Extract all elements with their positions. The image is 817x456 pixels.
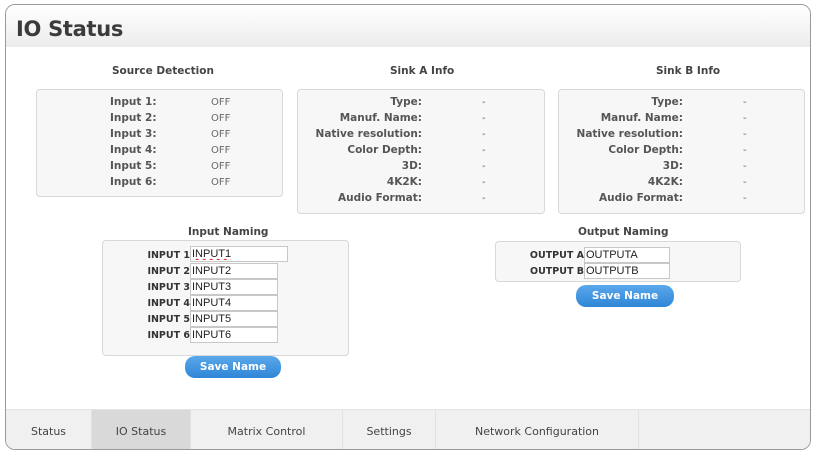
input-name-label: INPUT 4 bbox=[147, 298, 190, 309]
sink-b-row-label: Type: bbox=[651, 96, 683, 108]
tab-status[interactable]: Status bbox=[6, 410, 92, 449]
sink-a-row-label: 4K2K: bbox=[386, 176, 422, 188]
sink-b-row-label: 3D: bbox=[662, 160, 683, 172]
sink-b-row-value: - bbox=[743, 161, 747, 172]
tab-settings[interactable]: Settings bbox=[343, 410, 436, 449]
output-name-label: OUTPUT B bbox=[530, 266, 584, 277]
sink-a-row-label: Color Depth: bbox=[347, 144, 422, 156]
input-2-name-field[interactable] bbox=[190, 263, 278, 279]
sink-a-row-value: - bbox=[482, 129, 486, 140]
sink-a-row-value: - bbox=[482, 161, 486, 172]
input-naming-title: Input Naming bbox=[188, 226, 269, 238]
input-6-name-field[interactable] bbox=[190, 327, 278, 343]
source-row-label: Input 6: bbox=[110, 176, 157, 188]
sink-b-row-value: - bbox=[743, 177, 747, 188]
input-5-name-field[interactable] bbox=[190, 311, 278, 327]
source-detection-box: Input 1: OFF Input 2: OFF Input 3: OFF I… bbox=[36, 89, 283, 197]
tab-bar: Status IO Status Matrix Control Settings… bbox=[6, 409, 810, 449]
sink-b-box: Type: - Manuf. Name: - Native resolution… bbox=[558, 89, 805, 214]
source-row-label: Input 3: bbox=[110, 128, 157, 140]
sink-b-row-value: - bbox=[743, 193, 747, 204]
sink-a-box: Type: - Manuf. Name: - Native resolution… bbox=[297, 89, 545, 214]
sink-a-row-label: Manuf. Name: bbox=[339, 112, 422, 124]
source-row-value: OFF bbox=[211, 145, 231, 156]
sink-b-row-value: - bbox=[743, 145, 747, 156]
source-row-value: OFF bbox=[211, 97, 231, 108]
sink-a-row-label: Native resolution: bbox=[315, 128, 422, 140]
sink-b-row-label: Manuf. Name: bbox=[600, 112, 683, 124]
sink-b-row-value: - bbox=[743, 113, 747, 124]
title-bar: IO Status bbox=[6, 5, 810, 47]
sink-a-row-value: - bbox=[482, 113, 486, 124]
sink-a-row-label: Type: bbox=[390, 96, 422, 108]
tab-matrix-control[interactable]: Matrix Control bbox=[191, 410, 343, 449]
source-row-value: OFF bbox=[211, 113, 231, 124]
output-name-label: OUTPUT A bbox=[529, 250, 584, 261]
source-row-label: Input 2: bbox=[110, 112, 157, 124]
input-name-label: INPUT 2 bbox=[147, 266, 190, 277]
sink-a-row-value: - bbox=[482, 145, 486, 156]
input-name-label: INPUT 6 bbox=[147, 330, 190, 341]
save-output-names-button[interactable]: Save Name bbox=[576, 285, 674, 307]
sink-a-title: Sink A Info bbox=[390, 65, 455, 77]
input-4-name-field[interactable] bbox=[190, 295, 278, 311]
sink-b-row-value: - bbox=[743, 97, 747, 108]
sink-b-row-label: Native resolution: bbox=[576, 128, 683, 140]
sink-a-row-label: Audio Format: bbox=[338, 192, 422, 204]
sink-b-title: Sink B Info bbox=[656, 65, 721, 77]
output-b-name-field[interactable] bbox=[584, 263, 670, 279]
sink-b-row-label: 4K2K: bbox=[647, 176, 683, 188]
sink-a-row-value: - bbox=[482, 97, 486, 108]
source-row-label: Input 4: bbox=[110, 144, 157, 156]
tab-network-configuration[interactable]: Network Configuration bbox=[436, 410, 639, 449]
sink-b-row-value: - bbox=[743, 129, 747, 140]
source-row-label: Input 1: bbox=[110, 96, 157, 108]
source-row-value: OFF bbox=[211, 177, 231, 188]
input-name-label: INPUT 5 bbox=[147, 314, 190, 325]
source-row-value: OFF bbox=[211, 129, 231, 140]
input-name-label: INPUT 1 bbox=[147, 250, 190, 261]
page-title: IO Status bbox=[16, 17, 124, 41]
io-status-panel: IO Status Source Detection Input 1: OFF … bbox=[5, 4, 811, 450]
input-1-name-field[interactable] bbox=[190, 246, 288, 262]
source-row-value: OFF bbox=[211, 161, 231, 172]
sink-b-row-label: Color Depth: bbox=[608, 144, 683, 156]
source-detection-title: Source Detection bbox=[112, 65, 214, 77]
output-naming-title: Output Naming bbox=[578, 226, 669, 238]
input-name-label: INPUT 3 bbox=[147, 282, 190, 293]
tab-io-status[interactable]: IO Status bbox=[92, 410, 191, 449]
sink-b-row-label: Audio Format: bbox=[599, 192, 683, 204]
sink-a-row-label: 3D: bbox=[401, 160, 422, 172]
source-row-label: Input 5: bbox=[110, 160, 157, 172]
input-3-name-field[interactable] bbox=[190, 279, 278, 295]
save-input-names-button[interactable]: Save Name bbox=[185, 356, 281, 378]
output-a-name-field[interactable] bbox=[584, 247, 670, 263]
sink-a-row-value: - bbox=[482, 177, 486, 188]
sink-a-row-value: - bbox=[482, 193, 486, 204]
